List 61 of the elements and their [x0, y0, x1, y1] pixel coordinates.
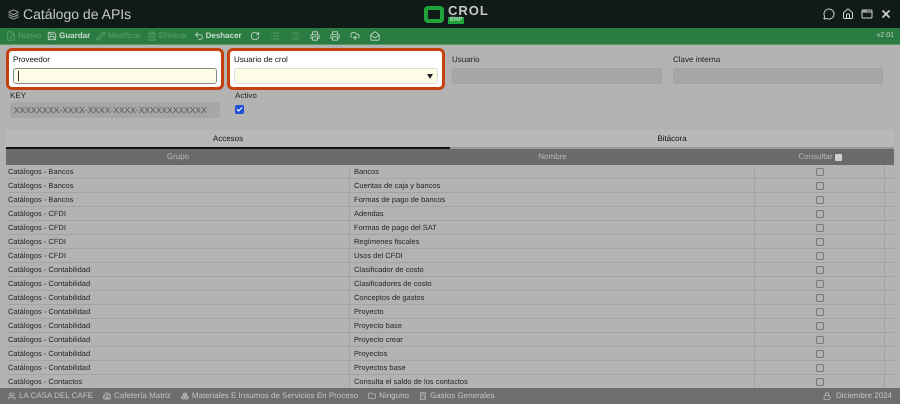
active-checkbox[interactable]: [235, 105, 244, 114]
building-icon: [102, 392, 111, 400]
status-item: LA CASA DEL CAFÉ: [19, 390, 93, 402]
field-label: Usuario de crol: [234, 54, 289, 66]
row-checkbox[interactable]: [816, 336, 824, 344]
row-checkbox[interactable]: [816, 294, 824, 302]
column-header: Nombre: [537, 151, 568, 163]
window-title: Catálogo de APIs: [23, 4, 132, 24]
layers-icon: [8, 8, 19, 20]
status-item: Gastos Generales: [430, 390, 494, 402]
row-checkbox[interactable]: [816, 266, 824, 274]
row-checkbox[interactable]: [816, 280, 824, 288]
undo-icon: [194, 31, 204, 41]
toolbar-button[interactable]: Guardar: [47, 30, 90, 42]
row-checkbox[interactable]: [816, 196, 824, 204]
close-icon[interactable]: [880, 8, 892, 20]
row-checkbox[interactable]: [816, 350, 824, 358]
row-checkbox[interactable]: [816, 182, 824, 190]
toolbar-button[interactable]: Deshacer: [194, 30, 242, 42]
field-label: KEY: [10, 90, 28, 102]
row-checkbox[interactable]: [816, 210, 824, 218]
printer-icon[interactable]: [328, 31, 342, 41]
row-checkbox[interactable]: [816, 168, 824, 176]
period-label: Diciembre 2024: [836, 390, 892, 402]
chat-icon[interactable]: [823, 8, 835, 20]
field-label: Clave interna: [673, 54, 722, 66]
new-icon: [6, 31, 16, 41]
people-icon: [8, 392, 16, 400]
home-icon[interactable]: [842, 8, 854, 20]
column-header: Consultar: [798, 151, 833, 163]
status-item: Ninguno: [379, 390, 409, 402]
pencil-icon: [96, 31, 106, 41]
mail-icon[interactable]: [368, 31, 382, 41]
field-label: Activo: [235, 90, 257, 102]
field-label: Usuario: [452, 54, 481, 66]
select-field[interactable]: [234, 68, 438, 84]
status-item: Materiales E Insumos de Servicios En Proceso: [192, 390, 358, 402]
row-checkbox[interactable]: [816, 252, 824, 260]
register-icon: [418, 392, 427, 400]
row-checkbox[interactable]: [816, 238, 824, 246]
trash-icon: [146, 31, 157, 41]
row-checkbox[interactable]: [816, 364, 824, 372]
status-item: Cafetería Matriz: [114, 390, 171, 402]
text-cursor: [18, 71, 19, 81]
row-checkbox[interactable]: [816, 322, 824, 330]
field-label: Proveedor: [13, 54, 51, 66]
dropdown-caret-icon: [427, 74, 433, 78]
folder-icon: [368, 392, 376, 400]
column-header: Grupo: [166, 151, 190, 163]
key-field[interactable]: XXXXXXXX-XXXX-XXXX-XXXX-XXXXXXXXXXXX: [10, 102, 220, 118]
window-icon[interactable]: [861, 8, 873, 20]
printer-icon[interactable]: [308, 31, 322, 41]
lock-icon: [822, 392, 831, 400]
cloud-upload-icon[interactable]: [348, 31, 362, 41]
header-checkbox[interactable]: [834, 154, 842, 160]
row-checkbox[interactable]: [816, 378, 824, 386]
save-icon: [47, 31, 58, 41]
row-checkbox[interactable]: [816, 224, 824, 232]
input-field[interactable]: [13, 68, 217, 84]
row-checkbox[interactable]: [816, 308, 824, 316]
boxes-icon: [180, 392, 189, 400]
